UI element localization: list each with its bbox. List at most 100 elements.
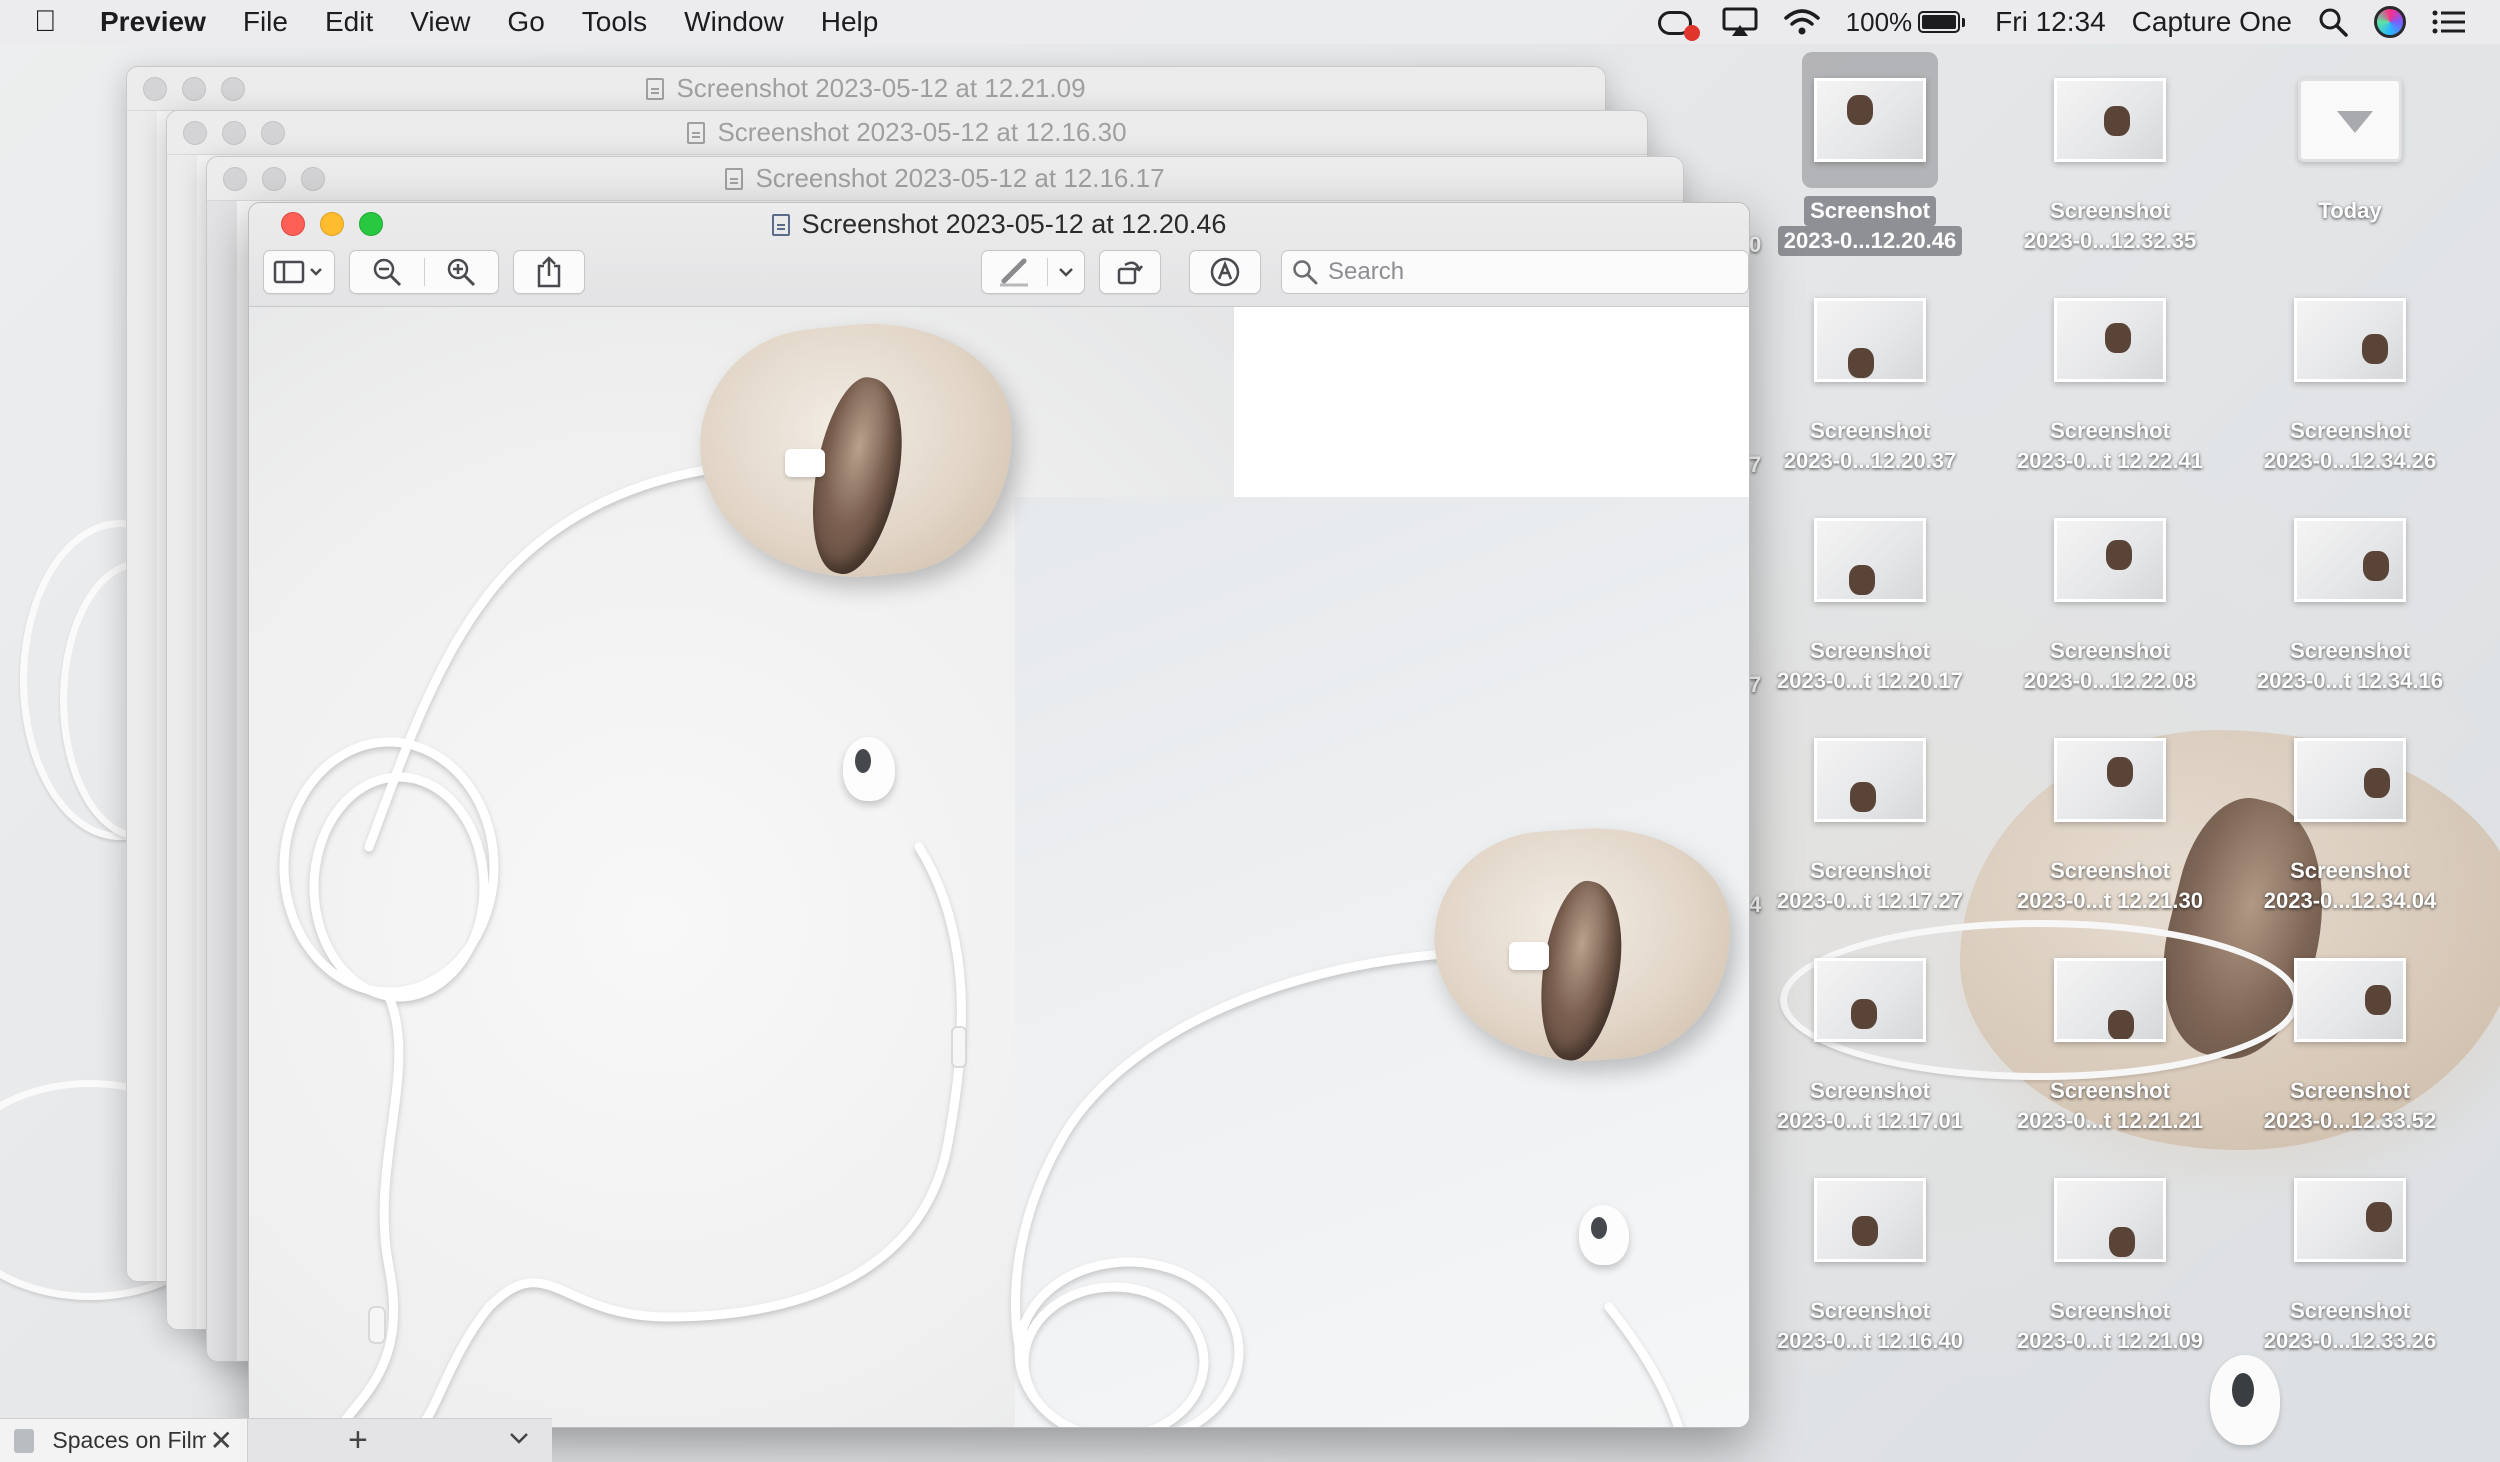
desktop-file-icon[interactable]: Screenshot 2023-0...t 12.20.17 <box>1760 492 1980 696</box>
thumbnail-frame <box>2042 932 2178 1068</box>
desktop-file-icon[interactable]: Screenshot 2023-0...t 12.21.30 <box>2000 712 2220 916</box>
label-line-1: Screenshot <box>2050 198 2170 223</box>
desktop-file-icon[interactable]: Screenshot 2023-0...12.22.08 <box>2000 492 2220 696</box>
desktop-file-icon[interactable]: Screenshot 2023-0...12.34.04 <box>2240 712 2460 916</box>
battery-percent: 100% <box>1845 6 1913 37</box>
desktop-file-icon[interactable]: Screenshot 2023-0...12.32.35 <box>2000 52 2220 256</box>
status-area: 100% Fri 12:34 Capture One <box>1632 6 2466 41</box>
cable-plug <box>1509 942 1549 970</box>
cable-plug <box>785 449 825 477</box>
browser-tab[interactable]: Spaces on Film 1 ✕ <box>0 1418 248 1462</box>
siri-icon[interactable] <box>2374 6 2406 38</box>
rotate-button[interactable] <box>1099 250 1161 294</box>
desktop-folder-icon[interactable]: Today <box>2240 52 2460 226</box>
file-thumbnail <box>2294 958 2406 1042</box>
document-icon <box>725 167 744 190</box>
battery-charging-icon[interactable]: 100% <box>1846 7 1966 38</box>
desktop-item-label: Screenshot 2023-0...12.22.08 <box>2000 636 2220 696</box>
thumbnail-frame <box>2282 52 2418 188</box>
earbud <box>843 737 895 801</box>
search-input[interactable] <box>1328 258 1748 286</box>
file-thumbnail <box>1814 518 1926 602</box>
desktop-file-icon[interactable]: Screenshot 2023-0...t 12.21.21 <box>2000 932 2220 1136</box>
desktop-file-icon[interactable]: Screenshot 2023-0...12.20.37 <box>1760 272 1980 476</box>
menu-edit[interactable]: Edit <box>325 6 373 38</box>
window-titlebar[interactable]: Screenshot 2023-05-12 at 12.20.46 <box>249 203 1749 307</box>
label-line-1: Screenshot <box>2290 1298 2410 1323</box>
wifi-icon[interactable] <box>1783 8 1820 36</box>
hidden-label-fragment: 7 <box>1749 672 1762 697</box>
share-button[interactable] <box>513 250 585 294</box>
search-icon <box>1293 260 1318 285</box>
thumbnail-frame <box>2282 932 2418 1068</box>
thumbnail-frame <box>2042 272 2178 408</box>
menu-tools[interactable]: Tools <box>582 6 647 38</box>
desktop-item-label: Screenshot 2023-0...t 12.17.27 <box>1760 856 1980 916</box>
search-field[interactable] <box>1281 250 1749 294</box>
search-icon[interactable] <box>2318 7 2348 37</box>
label-line-1: Screenshot <box>2290 858 2410 883</box>
file-thumbnail <box>2294 1178 2406 1262</box>
browser-tab-strip: Spaces on Film 1 ✕ + <box>0 1418 552 1462</box>
highlight-controls <box>981 250 1085 294</box>
file-thumbnail <box>2054 738 2166 822</box>
hidden-label-fragment: 7 <box>1749 452 1762 477</box>
file-thumbnail <box>2054 298 2166 382</box>
desktop-file-icon[interactable]: Screenshot 2023-0...t 12.22.41 <box>2000 272 2220 476</box>
list-icon[interactable] <box>2432 9 2466 35</box>
file-thumbnail <box>1814 738 1926 822</box>
desktop-item-label: Today <box>2240 196 2460 226</box>
thumbnail-frame <box>2042 1152 2178 1288</box>
creative-cloud-icon[interactable] <box>1657 7 1700 41</box>
plus-icon[interactable]: + <box>348 1421 368 1460</box>
sidebar-toggle-button[interactable] <box>263 250 335 294</box>
file-thumbnail <box>2054 518 2166 602</box>
desktop-file-icon[interactable]: Screenshot 2023-0...12.34.26 <box>2240 272 2460 476</box>
file-thumbnail <box>2294 738 2406 822</box>
label-line-2: 2023-0...12.20.46 <box>1777 226 1963 256</box>
chevron-down-icon[interactable] <box>1048 266 1084 278</box>
menu-help[interactable]: Help <box>821 6 879 38</box>
label-line-2: 2023-0...12.32.35 <box>2023 228 2197 253</box>
window-title: Screenshot 2023-05-12 at 12.16.17 <box>755 163 1165 193</box>
desktop-file-icon[interactable]: Screenshot 2023-0...t 12.17.27 <box>1760 712 1980 916</box>
menu-view[interactable]: View <box>410 6 470 38</box>
label-line-2: 2023-0...12.22.08 <box>2023 668 2197 693</box>
menu-window[interactable]: Window <box>684 6 784 38</box>
zoom-in-button[interactable] <box>425 257 499 287</box>
menu-bar:  Preview File Edit View Go Tools Window… <box>0 0 2500 44</box>
label-line-2: 2023-0...t 12.17.27 <box>1777 888 1963 913</box>
desktop-file-icon[interactable]: Screenshot 2023-0...t 12.21.09 <box>2000 1152 2220 1356</box>
thumbnail-frame <box>2042 52 2178 188</box>
zoom-out-button[interactable] <box>350 257 424 287</box>
desktop-item-label: Screenshot 2023-0...t 12.20.17 <box>1760 636 1980 696</box>
label-line-2: 2023-0...t 12.21.21 <box>2017 1108 2203 1133</box>
menu-app-name[interactable]: Preview <box>100 6 206 38</box>
close-icon[interactable]: ✕ <box>210 1424 233 1457</box>
document-view[interactable] <box>249 307 1749 1427</box>
markup-button[interactable] <box>1189 250 1261 294</box>
menu-clock[interactable]: Fri 12:34 <box>1995 6 2106 38</box>
label-line-2: 2023-0...12.20.37 <box>1783 448 1957 473</box>
desktop-file-icon[interactable]: Screenshot 2023-0...12.20.46 <box>1760 52 1980 256</box>
menu-go[interactable]: Go <box>507 6 544 38</box>
menu-extra-app[interactable]: Capture One <box>2132 6 2292 38</box>
apple-logo-icon[interactable]:  <box>34 5 62 39</box>
toolbar <box>263 250 1749 296</box>
label-line-1: Screenshot <box>1810 638 1930 663</box>
label-line-1: Screenshot <box>1810 1298 1930 1323</box>
preview-window[interactable]: Screenshot 2023-05-12 at 12.20.46 <box>248 202 1750 1428</box>
desktop-file-icon[interactable]: Screenshot 2023-0...t 12.16.40 <box>1760 1152 1980 1356</box>
desktop-file-icon[interactable]: Screenshot 2023-0...12.33.26 <box>2240 1152 2460 1356</box>
file-thumbnail <box>1814 78 1926 162</box>
desktop-file-icon[interactable]: Screenshot 2023-0...12.33.52 <box>2240 932 2460 1136</box>
menu-file[interactable]: File <box>243 6 288 38</box>
chevron-down-icon[interactable] <box>508 1431 530 1450</box>
airplay-icon[interactable] <box>1722 7 1758 37</box>
highlight-pen-icon[interactable] <box>982 257 1047 287</box>
favicon-icon <box>14 1428 35 1453</box>
desktop-item-label: Screenshot 2023-0...t 12.16.40 <box>1760 1296 1980 1356</box>
desktop-file-icon[interactable]: Screenshot 2023-0...t 12.34.16 <box>2240 492 2460 696</box>
desktop-file-icon[interactable]: Screenshot 2023-0...t 12.17.01 <box>1760 932 1980 1136</box>
thumbnail-frame <box>2282 1152 2418 1288</box>
